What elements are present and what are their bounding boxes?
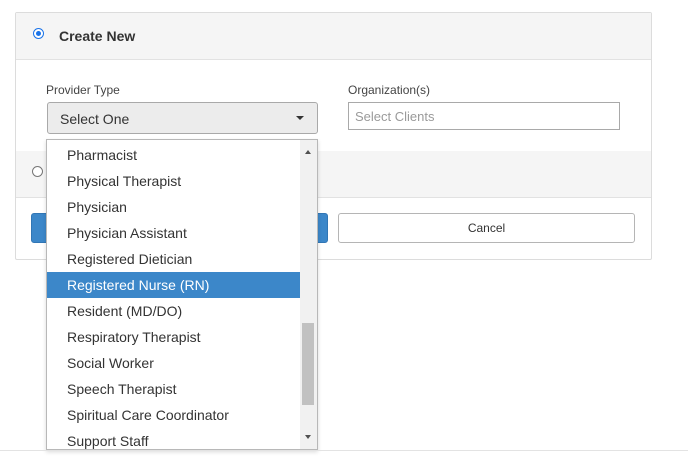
scroll-down-arrow-icon[interactable]	[305, 435, 311, 439]
secondary-option-radio[interactable]	[32, 166, 43, 177]
dropdown-scrollbar[interactable]	[300, 140, 317, 449]
dropdown-option[interactable]: Pharmacist	[47, 142, 300, 168]
dropdown-option[interactable]: Registered Dietician	[47, 246, 300, 272]
provider-type-select[interactable]: Select One	[47, 102, 318, 134]
provider-type-value: Select One	[60, 111, 130, 127]
provider-type-label: Provider Type	[46, 83, 120, 97]
chevron-down-icon	[296, 116, 304, 120]
dropdown-option[interactable]: Social Worker	[47, 350, 300, 376]
page-divider	[0, 450, 688, 451]
organizations-input[interactable]	[348, 102, 620, 130]
dropdown-option[interactable]: Spiritual Care Coordinator	[47, 402, 300, 428]
scrollbar-thumb[interactable]	[302, 323, 314, 405]
organizations-label: Organization(s)	[348, 83, 431, 97]
cancel-button[interactable]: Cancel	[338, 213, 635, 243]
dropdown-option[interactable]: Physician Assistant	[47, 220, 300, 246]
dropdown-option[interactable]: Physical Therapist	[47, 168, 300, 194]
dropdown-option-highlighted[interactable]: Registered Nurse (RN)	[47, 272, 300, 298]
dropdown-option[interactable]: Resident (MD/DO)	[47, 298, 300, 324]
scroll-up-arrow-icon[interactable]	[305, 150, 311, 154]
dropdown-option[interactable]: Support Staff	[47, 428, 300, 449]
create-new-header: Create New	[16, 13, 651, 60]
dropdown-option[interactable]: Speech Therapist	[47, 376, 300, 402]
provider-type-dropdown[interactable]: Pharmacist Physical Therapist Physician …	[46, 139, 318, 450]
create-new-radio[interactable]	[33, 28, 44, 39]
create-new-title: Create New	[59, 28, 136, 44]
dropdown-option[interactable]: Respiratory Therapist	[47, 324, 300, 350]
dropdown-option[interactable]: Physician	[47, 194, 300, 220]
